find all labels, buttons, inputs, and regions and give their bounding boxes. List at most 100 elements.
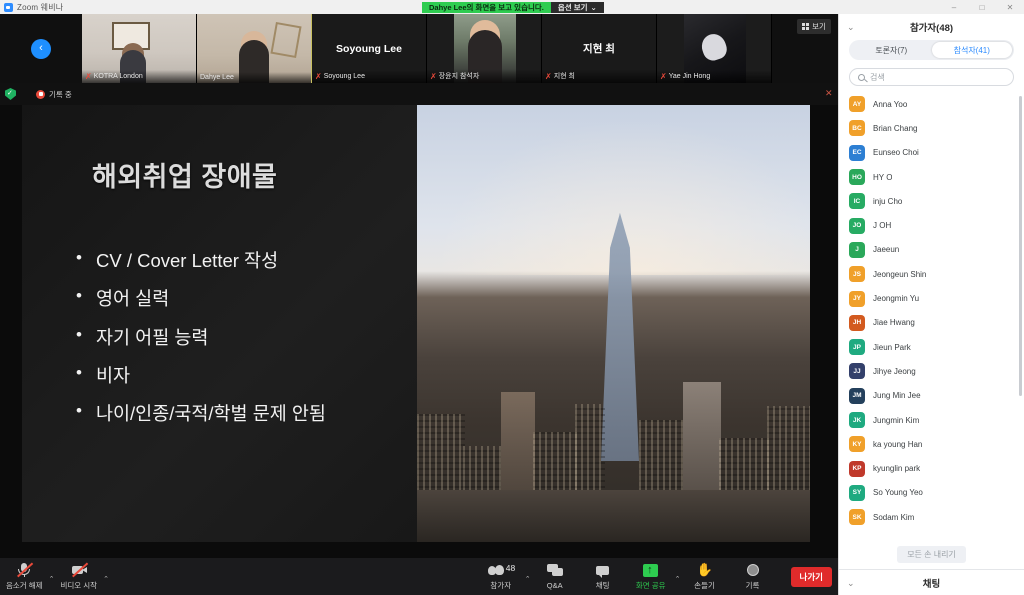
participants-panel-header: ⌄ 참가자(48) <box>839 14 1024 40</box>
window-controls: – □ ✕ <box>940 0 1024 14</box>
list-item[interactable]: HO HY O <box>839 165 1024 189</box>
list-item[interactable]: JP Jieun Park <box>839 335 1024 359</box>
record-stop-icon <box>36 89 45 99</box>
leave-button[interactable]: 나가기 <box>790 566 832 587</box>
list-item[interactable]: KY ka young Han <box>839 432 1024 456</box>
attendee-name: ka young Han <box>873 439 923 449</box>
recording-label: 기록 중 <box>49 89 72 99</box>
attendee-name: kyunglin park <box>873 464 921 474</box>
video-tile-nametag: ✗ Soyoung Lee <box>312 70 426 83</box>
slide-bullet: CV / Cover Letter 작성 <box>70 249 440 271</box>
chat-collapse-chevron-down-icon[interactable]: ⌄ <box>847 578 855 589</box>
video-tile-nametag: ✗ KOTRA London <box>82 70 196 83</box>
attendee-name: Jungmin Kim <box>873 415 920 425</box>
chat-label: 채팅 <box>595 581 610 590</box>
list-item[interactable]: JO J OH <box>839 213 1024 237</box>
avatar: SK <box>849 509 865 526</box>
list-item[interactable]: SY So Young Yeo <box>839 481 1024 505</box>
raise-hand-button[interactable]: ✋ 손들기 <box>681 558 729 595</box>
list-item[interactable]: JS Jeongeun Shin <box>839 262 1024 286</box>
avatar: BC <box>849 120 865 137</box>
avatar: KY <box>849 436 865 453</box>
list-item[interactable]: JY Jeongmin Yu <box>839 286 1024 310</box>
video-tile-nametag: ✗ 지현 최 <box>542 69 656 83</box>
video-tile-yae-jin-hong[interactable]: ✗ Yae Jin Hong <box>657 14 772 83</box>
raise-hand-icon: ✋ <box>696 562 713 577</box>
layout-view-button[interactable]: 보기 <box>797 19 831 34</box>
list-item[interactable]: SK Sodam Kim <box>839 505 1024 529</box>
avatar: JJ <box>849 363 865 380</box>
attendee-name: Jiae Hwang <box>873 318 915 328</box>
chat-panel-title: 채팅 <box>922 578 941 590</box>
screen-share-notice-bar: Dahye Lee의 화면을 보고 있습니다. 옵션 보기 ⌄ <box>422 0 604 14</box>
list-item[interactable]: JK Jungmin Kim <box>839 408 1024 432</box>
attendee-list[interactable]: AY Anna Yoo BC Brian Chang EC Eunseo Choi H… <box>839 92 1024 539</box>
video-tile-jangyoonji[interactable]: ✗ 장윤지 참석자 <box>427 14 542 83</box>
view-options-button[interactable]: 옵션 보기 ⌄ <box>550 1 604 13</box>
list-item[interactable]: IC inju Cho <box>839 189 1024 213</box>
close-icon[interactable]: ✕ <box>825 89 833 98</box>
video-tile-jihyun-choi[interactable]: 지현 최 ✗ 지현 최 <box>542 14 657 83</box>
slide-bullet: 자기 어필 능력 <box>70 326 440 348</box>
minimize-button[interactable]: – <box>940 0 968 14</box>
panel-scrollbar[interactable] <box>1019 96 1022 396</box>
share-screen-button[interactable]: 화면 공유 <box>627 558 675 595</box>
maximize-button[interactable]: □ <box>968 0 996 14</box>
participants-label: 참가자 <box>490 581 512 590</box>
avatar: EC <box>849 144 865 161</box>
mic-muted-icon: ✗ <box>315 72 322 81</box>
view-options-label: 옵션 보기 <box>557 2 588 12</box>
search-placeholder: 검색 <box>870 72 885 82</box>
share-screen-icon <box>643 563 659 577</box>
list-item[interactable]: KP kyunglin park <box>839 456 1024 480</box>
list-item[interactable]: JH Jiae Hwang <box>839 311 1024 335</box>
list-item[interactable]: JJ Jihye Jeong <box>839 359 1024 383</box>
close-button[interactable]: ✕ <box>996 0 1024 14</box>
chevron-down-icon: ⌄ <box>590 2 597 12</box>
video-options-chevron-up-icon[interactable]: ⌃ <box>103 575 109 583</box>
zoom-logo-icon <box>4 2 13 12</box>
participants-button[interactable]: 48 참가자 <box>477 558 525 595</box>
attendee-name: Jung Min Jee <box>873 391 921 401</box>
record-button[interactable]: 기록 <box>729 558 777 595</box>
chat-panel-header[interactable]: ⌄ 채팅 <box>839 569 1024 595</box>
lower-all-hands-button[interactable]: 모든 손 내리기 <box>897 545 966 563</box>
participants-count: 48 <box>505 563 516 573</box>
unmute-button[interactable]: 음소거 해제 <box>0 558 49 595</box>
qa-icon <box>546 564 563 578</box>
participants-panel: ⌄ 참가자(48) 토론자(7) 참석자(41) 검색 AY Anna Yoo B… <box>838 14 1024 595</box>
video-tile-dahye-lee[interactable]: Dahye Lee <box>197 14 312 83</box>
slide-bullet-list: CV / Cover Letter 작성 영어 실력 자기 어필 능력 비자 나… <box>70 249 440 443</box>
tab-attendees[interactable]: 참석자(41) <box>931 42 1012 58</box>
recording-indicator: 기록 중 <box>36 89 72 100</box>
slide-bullet: 나이/인종/국적/학벌 문제 안됨 <box>70 402 440 424</box>
avatar: JO <box>849 217 865 234</box>
attendee-name: Jeongmin Yu <box>873 294 920 304</box>
presentation-slide: 해외취업 장애물 CV / Cover Letter 작성 영어 실력 자기 어… <box>22 105 810 542</box>
list-item[interactable]: EC Eunseo Choi <box>839 141 1024 165</box>
chat-icon <box>596 565 610 578</box>
list-item[interactable]: BC Brian Chang <box>839 116 1024 140</box>
chevron-left-icon[interactable]: ‹ <box>31 38 51 59</box>
mic-muted-icon: ✗ <box>660 72 667 81</box>
panel-collapse-chevron-down-icon[interactable]: ⌄ <box>847 22 855 33</box>
start-video-button[interactable]: 비디오 시작 <box>54 558 103 595</box>
attendee-name: Brian Chang <box>873 123 918 133</box>
search-input[interactable]: 검색 <box>849 68 1014 86</box>
video-tile-soyoung-lee[interactable]: Soyoung Lee ✗ Soyoung Lee <box>312 14 427 83</box>
thumbnail-prev-area: ‹ <box>0 14 82 83</box>
attendee-name: So Young Yeo <box>873 488 923 498</box>
list-item[interactable]: AY Anna Yoo <box>839 92 1024 116</box>
participant-name: 장윤지 참석자 <box>438 73 480 80</box>
participants-search-area: 검색 <box>839 60 1024 92</box>
video-tile-kotra-london[interactable]: ✗ KOTRA London <box>82 14 197 83</box>
video-tile-nametag: ✗ Yae Jin Hong <box>657 70 771 83</box>
qa-button[interactable]: Q&A <box>531 558 579 595</box>
list-item[interactable]: JM Jung Min Jee <box>839 384 1024 408</box>
toolbar-right-group: 48 참가자 ⌃ Q&A 채팅 화면 공유 ⌃ <box>477 558 838 595</box>
participant-name: 지현 최 <box>553 73 575 80</box>
chat-button[interactable]: 채팅 <box>579 558 627 595</box>
tab-panelists[interactable]: 토론자(7) <box>851 42 932 58</box>
grid-layout-icon <box>802 23 810 30</box>
list-item[interactable]: J Jaeeun <box>839 238 1024 262</box>
